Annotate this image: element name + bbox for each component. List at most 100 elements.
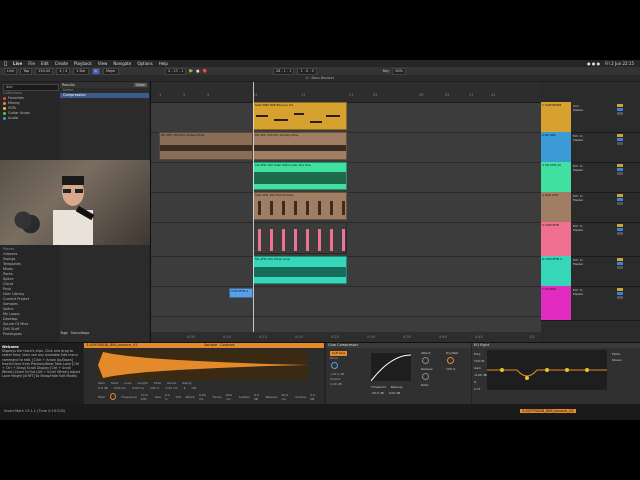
solo-button[interactable] <box>617 262 623 265</box>
device-title[interactable]: Glue Compressor <box>326 343 471 348</box>
mixer-track[interactable]: 5 CON MTN Ext. In Master <box>541 222 640 257</box>
track-routing[interactable]: Master <box>573 228 583 232</box>
playhead[interactable] <box>253 82 254 342</box>
solo-button[interactable] <box>617 228 623 231</box>
makeup-value[interactable]: 0.00 dB <box>389 391 401 395</box>
attack-knob[interactable] <box>422 357 429 364</box>
browser-search-input[interactable]: ddx <box>3 84 59 91</box>
arm-button[interactable] <box>617 112 623 115</box>
mixer-track[interactable]: 3 CD AFR 10 Ext. In Master <box>541 162 640 193</box>
attack-value[interactable]: 0.00 ms <box>199 393 209 401</box>
freq-value[interactable]: 100 Hz <box>474 358 487 365</box>
track-activator-button[interactable] <box>617 104 623 107</box>
link-button[interactable]: Link <box>4 67 18 75</box>
solo-button[interactable] <box>617 168 623 171</box>
clear-button[interactable]: Clear <box>133 83 147 87</box>
sample-tab[interactable]: Sample <box>204 343 217 348</box>
q-value[interactable]: 0.71 <box>474 386 487 393</box>
menu-app[interactable]: Live <box>13 61 22 66</box>
menu-navigate[interactable]: Navigate <box>113 61 131 66</box>
track-routing[interactable]: Master <box>573 292 583 296</box>
decay-value[interactable]: 600 ms <box>226 393 235 401</box>
arm-button[interactable] <box>617 296 623 299</box>
frequency-knob[interactable] <box>110 393 117 400</box>
tempo-field[interactable]: 150.00 <box>35 67 54 75</box>
time-signature[interactable]: 4 / 4 <box>56 67 71 75</box>
solo-button[interactable] <box>617 198 623 201</box>
sample-waveform[interactable] <box>98 350 308 380</box>
arm-button[interactable] <box>617 232 623 235</box>
eq-graph[interactable] <box>487 350 607 390</box>
tap-button[interactable]: Tap <box>20 67 33 75</box>
arm-button[interactable] <box>617 172 623 175</box>
arrangement-position[interactable]: 4 . 13 . 1 <box>164 67 187 75</box>
arrangement-view[interactable]: 1 5 9 13 17 21 25 29 33 37 41 SAD MIDI 8… <box>151 82 541 342</box>
loop-start[interactable]: 28 . 1 . 1 <box>272 67 295 75</box>
drywet-value[interactable]: 100 % <box>446 367 458 372</box>
audio-clip[interactable]: ML SPC 150 Dm Ambey Mins <box>253 132 347 160</box>
audio-clip[interactable]: SAD AFR 150 Hat Chimes <box>253 192 347 220</box>
sustain-value[interactable]: 0.0 dB <box>254 393 262 401</box>
stop-icon[interactable]: ■ <box>196 69 199 73</box>
audio-clip[interactable]: ML AFR 150 Hihat Loop <box>253 256 347 284</box>
voices-value[interactable]: 6 <box>184 386 186 390</box>
track-activator-button[interactable] <box>617 258 623 261</box>
loop-length[interactable]: 1 . 0 . 0 <box>297 67 317 75</box>
track-activator-button[interactable] <box>617 164 623 167</box>
arm-button[interactable] <box>617 266 623 269</box>
track-activator-button[interactable] <box>617 194 623 197</box>
track-routing[interactable]: Master <box>573 262 583 266</box>
menu-options[interactable]: Options <box>137 61 152 66</box>
menu-edit[interactable]: Edit <box>41 61 49 66</box>
play-icon[interactable]: ▶ <box>189 68 193 74</box>
mixer-track[interactable]: 4 SAD AFR Ext. In Master <box>541 192 640 223</box>
mixer-track[interactable]: 6 CON MTN 2 Ext. In Master <box>541 256 640 287</box>
gain-value[interactable]: 0.0 dB <box>98 386 108 390</box>
menu-create[interactable]: Create <box>55 61 68 66</box>
menu-view[interactable]: View <box>98 61 108 66</box>
controls-tab[interactable]: Controls <box>220 343 234 348</box>
track-routing[interactable]: Master <box>573 108 583 112</box>
time-ruler[interactable]: 0:05 0:10 0:15 0:20 0:25 0:30 0:35 0:40 … <box>151 332 541 342</box>
track-activator-button[interactable] <box>617 134 623 137</box>
solo-button[interactable] <box>617 292 623 295</box>
midi-clip[interactable]: SAD MIDI 808 Bounce 2ol <box>253 102 347 130</box>
simpler-device[interactable]: 3-SOFTRSD8_808_bounce_V2 Sample Controls… <box>84 343 324 405</box>
glue-compressor-device[interactable]: Glue Compressor Soft Sine Drive +10.0 dB… <box>326 343 471 405</box>
release-knob[interactable] <box>422 373 429 380</box>
menu-playback[interactable]: Playback <box>74 61 92 66</box>
mixer-track[interactable]: 7 STUDIO Ext. In Master <box>541 286 640 321</box>
track-routing[interactable]: Master <box>573 138 583 142</box>
menu-help[interactable]: Help <box>159 61 168 66</box>
quantize-select[interactable]: 1 Bar <box>73 67 89 75</box>
track-activator-button[interactable] <box>617 288 623 291</box>
track-routing[interactable]: Master <box>573 198 583 202</box>
mixer-track[interactable]: 1 SADTRSD8 Arm Master <box>541 102 640 133</box>
arm-button[interactable] <box>617 202 623 205</box>
loop-value[interactable]: 0.00 ms <box>132 386 144 390</box>
drywet-knob[interactable] <box>447 357 454 364</box>
frequency-value[interactable]: 20.0 kHz <box>141 393 152 401</box>
track-lane[interactable] <box>151 286 541 317</box>
fade-value[interactable]: 0.00 ms <box>165 386 177 390</box>
mixer-track[interactable]: 2 ML SPC Ext. In Master <box>541 132 640 163</box>
solo-button[interactable] <box>617 108 623 111</box>
audio-clip[interactable]: CD AFR 100 Cesh Sitmunder Poo Pne <box>253 162 347 190</box>
apple-icon[interactable]:  <box>4 61 7 67</box>
length-value[interactable]: 100 % <box>150 386 160 390</box>
bar-ruler[interactable]: 1 5 9 13 17 21 25 29 33 37 41 <box>151 82 541 103</box>
audio-clip[interactable]: CON MTN 2 <box>229 288 253 298</box>
retrig-value[interactable]: Off <box>192 386 196 390</box>
audio-clip[interactable]: ML SPC 150 Dm Ambey Mins <box>159 132 253 160</box>
device-title[interactable]: EQ Eight <box>472 343 640 348</box>
threshold-value[interactable]: -20.0 dB <box>371 391 384 395</box>
solo-button[interactable] <box>617 138 623 141</box>
collection-item[interactable]: Audio <box>3 116 55 121</box>
eq-eight-device[interactable]: EQ Eight Freq 100 Hz Gain -6.00 dB Q 0.7… <box>472 343 640 405</box>
menu-file[interactable]: File <box>28 61 35 66</box>
start-value[interactable]: 0.00 ms <box>114 386 126 390</box>
place-item[interactable]: Prototypes <box>3 332 55 337</box>
soundtags-tab[interactable]: Soundtags <box>71 331 90 335</box>
release-value[interactable]: 50.0 ms <box>281 393 291 401</box>
gain-value[interactable]: -6.00 dB <box>474 372 487 379</box>
